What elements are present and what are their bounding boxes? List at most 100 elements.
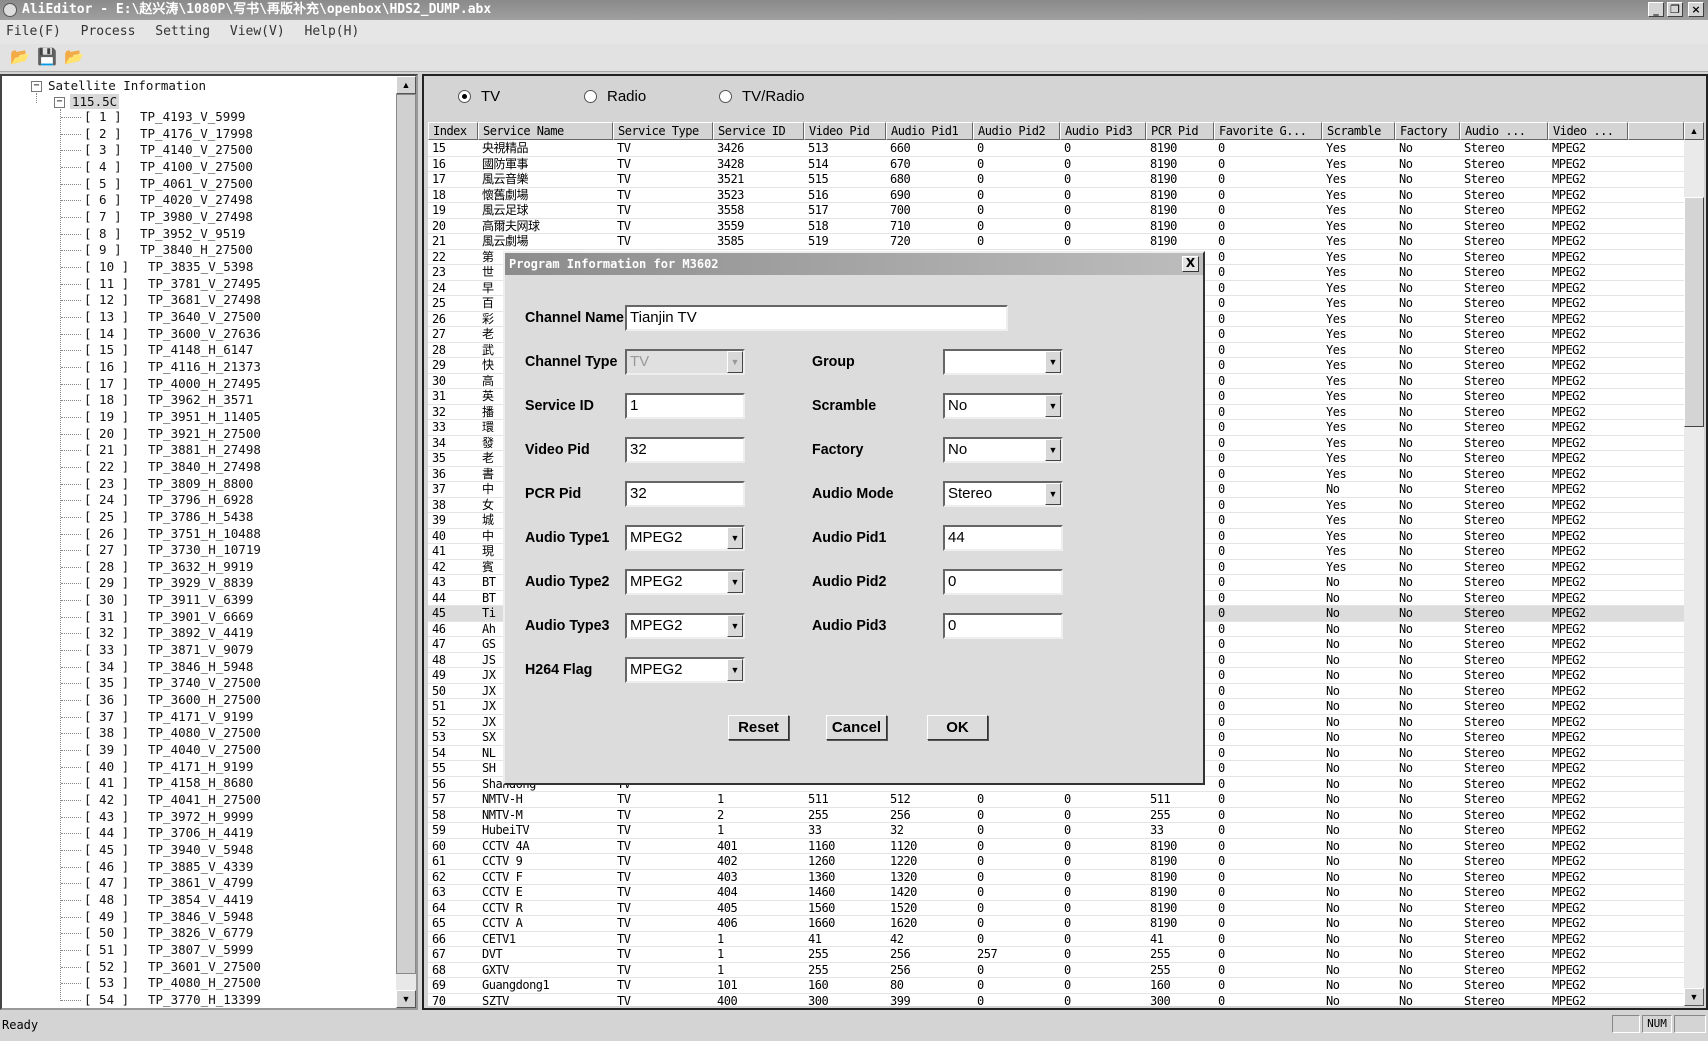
- scramble-select[interactable]: No ▼: [943, 393, 1063, 419]
- scroll-up-icon[interactable]: ▲: [396, 76, 416, 94]
- menu-file[interactable]: File(F): [6, 24, 61, 39]
- tree-item[interactable]: TP_3796_H_6928: [148, 492, 253, 507]
- tree-item[interactable]: TP_3840_H_27500: [140, 242, 253, 257]
- table-row[interactable]: 20 高爾夫网球 TV 3559 518 710 0 0 8190 0 Yes No Stereo MPE…: [428, 219, 1684, 234]
- table-row[interactable]: 66 CETV1 TV 1 41 42 0 0 41 0 No No Stereo MPEG2: [428, 932, 1684, 947]
- tree-item[interactable]: TP_3600_V_27636: [148, 326, 261, 341]
- tree-item[interactable]: TP_4000_H_27495: [148, 376, 261, 391]
- column-header[interactable]: Audio ...: [1460, 122, 1548, 140]
- tree-item[interactable]: TP_4080_V_27500: [148, 725, 261, 740]
- tree-item[interactable]: TP_3972_H_9999: [148, 809, 253, 824]
- audio-type2-select[interactable]: MPEG2 ▼: [625, 569, 745, 595]
- tree-item[interactable]: TP_3901_V_6669: [148, 609, 253, 624]
- audio-pid3-input[interactable]: 0: [943, 613, 1063, 639]
- tree-item[interactable]: TP_4176_V_17998: [140, 126, 253, 141]
- tree-item[interactable]: TP_4100_V_27500: [140, 159, 253, 174]
- tree-item[interactable]: TP_4171_V_9199: [148, 709, 253, 724]
- column-header[interactable]: Video Pid: [804, 122, 886, 140]
- audio-pid1-input[interactable]: 44: [943, 525, 1063, 551]
- chevron-down-icon[interactable]: ▼: [1045, 395, 1061, 417]
- tree-item[interactable]: TP_3600_H_27500: [148, 692, 261, 707]
- tree-item[interactable]: TP_3730_H_10719: [148, 542, 261, 557]
- tree-item[interactable]: TP_3809_H_8800: [148, 476, 253, 491]
- collapse-icon[interactable]: −: [31, 81, 42, 92]
- table-row[interactable]: 58 NMTV-M TV 2 255 256 0 0 255 0 No No Stereo MPEG2: [428, 808, 1684, 823]
- tree-item[interactable]: TP_3846_H_5948: [148, 659, 253, 674]
- tree-item[interactable]: TP_3770_H_13399: [148, 992, 261, 1007]
- tree-item[interactable]: TP_4193_V_5999: [140, 109, 245, 124]
- chevron-down-icon[interactable]: ▼: [727, 527, 743, 549]
- tree-item[interactable]: TP_3861_V_4799: [148, 875, 253, 890]
- table-scroll-thumb[interactable]: [1684, 197, 1704, 427]
- open-folder-icon[interactable]: 📂: [10, 49, 30, 67]
- tree-item[interactable]: TP_4158_H_8680: [148, 775, 253, 790]
- collapse-icon[interactable]: −: [54, 97, 65, 108]
- tree-scroll-thumb[interactable]: [396, 94, 416, 974]
- tree-root[interactable]: Satellite Information: [48, 78, 206, 93]
- tree-satellite[interactable]: 115.5C: [70, 94, 120, 109]
- cancel-button[interactable]: Cancel: [826, 715, 887, 740]
- menu-process[interactable]: Process: [81, 24, 136, 39]
- scroll-down-icon[interactable]: ▼: [1684, 988, 1704, 1006]
- tree-item[interactable]: TP_3892_V_4419: [148, 625, 253, 640]
- column-header[interactable]: Service ID: [713, 122, 804, 140]
- audio-type3-select[interactable]: MPEG2 ▼: [625, 613, 745, 639]
- column-header[interactable]: Video ...: [1548, 122, 1628, 140]
- tree-item[interactable]: TP_3871_V_9079: [148, 642, 253, 657]
- menu-setting[interactable]: Setting: [155, 24, 210, 39]
- tree-item[interactable]: TP_3632_H_9919: [148, 559, 253, 574]
- table-row[interactable]: 60 CCTV 4A TV 401 1160 1120 0 0 8190 0 No No Stereo M…: [428, 839, 1684, 854]
- tree-item[interactable]: TP_4041_H_27500: [148, 792, 261, 807]
- tree-item[interactable]: TP_3840_H_27498: [148, 459, 261, 474]
- tree-item[interactable]: TP_3929_V_8839: [148, 575, 253, 590]
- tree-item[interactable]: TP_3921_H_27500: [148, 426, 261, 441]
- chevron-down-icon[interactable]: ▼: [1045, 439, 1061, 461]
- tree-item[interactable]: TP_3681_V_27498: [148, 292, 261, 307]
- pcr-pid-input[interactable]: 32: [625, 481, 745, 507]
- audio-mode-select[interactable]: Stereo ▼: [943, 481, 1063, 507]
- minimize-button[interactable]: _: [1648, 2, 1664, 17]
- scroll-up-icon[interactable]: ▲: [1684, 122, 1704, 140]
- table-row[interactable]: 18 懷舊劇場 TV 3523 516 690 0 0 8190 0 Yes No Stereo MPEG…: [428, 188, 1684, 203]
- chevron-down-icon[interactable]: ▼: [1045, 483, 1061, 505]
- audio-type1-select[interactable]: MPEG2 ▼: [625, 525, 745, 551]
- tree-item[interactable]: TP_3952_V_9519: [140, 226, 245, 241]
- table-row[interactable]: 59 HubeiTV TV 1 33 32 0 0 33 0 No No Stereo MPEG2: [428, 823, 1684, 839]
- table-row[interactable]: 57 NMTV-H TV 1 511 512 0 0 511 0 No No Stereo MPEG2: [428, 792, 1684, 808]
- tree-item[interactable]: TP_4171_H_9199: [148, 759, 253, 774]
- save-icon[interactable]: 💾: [37, 49, 57, 67]
- restore-button[interactable]: ❐: [1667, 2, 1683, 17]
- column-header[interactable]: Audio Pid2: [973, 122, 1060, 140]
- table-row[interactable]: 70 SZTV TV 400 300 399 0 0 300 0 No No Stereo MPEG2: [428, 994, 1684, 1007]
- dialog-close-button[interactable]: X: [1182, 256, 1199, 272]
- tree-item[interactable]: TP_3706_H_4419: [148, 825, 253, 840]
- tree-item[interactable]: TP_3846_V_5948: [148, 909, 253, 924]
- table-scrollbar[interactable]: ▲ ▼: [1684, 122, 1704, 1006]
- tree-item[interactable]: TP_3835_V_5398: [148, 259, 253, 274]
- tree-item[interactable]: TP_4116_H_21373: [148, 359, 261, 374]
- radio-tv[interactable]: TV: [458, 88, 500, 105]
- tree-item[interactable]: TP_4040_V_27500: [148, 742, 261, 757]
- tree-item[interactable]: TP_3786_H_5438: [148, 509, 253, 524]
- chevron-down-icon[interactable]: ▼: [727, 571, 743, 593]
- chevron-down-icon[interactable]: ▼: [1045, 351, 1061, 373]
- column-header[interactable]: Scramble: [1322, 122, 1395, 140]
- chevron-down-icon[interactable]: ▼: [727, 615, 743, 637]
- table-row[interactable]: 16 國防軍事 TV 3428 514 670 0 0 8190 0 Yes No Stereo MPEG…: [428, 157, 1684, 172]
- column-header[interactable]: Favorite G...: [1214, 122, 1322, 140]
- channel-name-input[interactable]: Tianjin TV: [625, 305, 1008, 331]
- tree-item[interactable]: TP_3962_H_3571: [148, 392, 253, 407]
- column-header[interactable]: Index: [428, 122, 478, 140]
- ok-button[interactable]: OK: [927, 715, 988, 740]
- reset-button[interactable]: Reset: [728, 715, 789, 740]
- tree-item[interactable]: TP_3940_V_5948: [148, 842, 253, 857]
- table-row[interactable]: 62 CCTV F TV 403 1360 1320 0 0 8190 0 No No Stereo MP…: [428, 870, 1684, 885]
- table-row[interactable]: 17 風云音樂 TV 3521 515 680 0 0 8190 0 Yes No Stereo MPEG…: [428, 172, 1684, 188]
- tree-item[interactable]: TP_3640_V_27500: [148, 309, 261, 324]
- column-header[interactable]: Factory: [1395, 122, 1460, 140]
- tree-item[interactable]: TP_3881_H_27498: [148, 442, 261, 457]
- tree-item[interactable]: TP_3911_V_6399: [148, 592, 253, 607]
- factory-select[interactable]: No ▼: [943, 437, 1063, 463]
- scroll-down-icon[interactable]: ▼: [396, 990, 416, 1008]
- channel-type-select[interactable]: TV ▼: [625, 349, 745, 375]
